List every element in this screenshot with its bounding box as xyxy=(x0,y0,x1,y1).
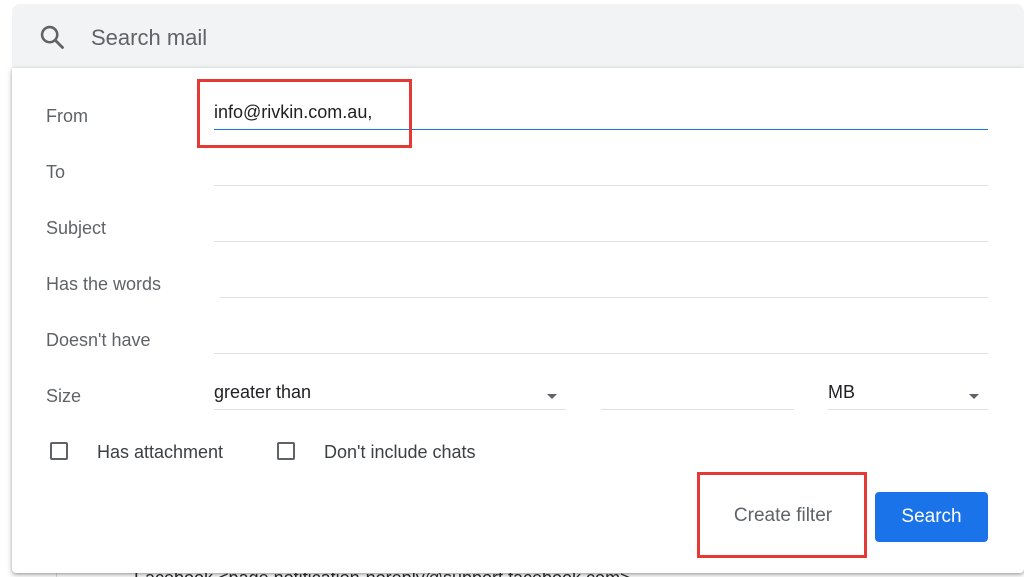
size-comparator-select[interactable]: greater than xyxy=(214,378,566,410)
subject-field[interactable] xyxy=(214,210,988,242)
to-label: To xyxy=(46,162,66,182)
doesnt-have-label: Doesn't have xyxy=(46,330,151,350)
to-field[interactable] xyxy=(214,154,988,186)
has-words-label: Has the words xyxy=(46,274,162,294)
subject-label: Subject xyxy=(46,218,107,238)
search-icon[interactable] xyxy=(38,23,66,51)
size-unit-value: MB xyxy=(828,382,855,402)
size-comparator-value: greater than xyxy=(214,382,312,402)
chevron-down-icon[interactable] xyxy=(969,394,979,399)
create-filter-button[interactable]: Create filter xyxy=(712,490,854,542)
search-options-panel xyxy=(12,68,1024,573)
dont-include-chats-label: Don't include chats xyxy=(324,442,476,462)
search-bar[interactable]: Search mail xyxy=(12,4,1024,68)
has-attachment-checkbox[interactable] xyxy=(50,442,68,460)
size-unit-select[interactable]: MB xyxy=(828,378,988,410)
from-label: From xyxy=(46,106,88,126)
size-amount-field[interactable] xyxy=(601,378,794,410)
search-input[interactable]: Search mail xyxy=(91,25,207,51)
search-button[interactable]: Search xyxy=(875,492,988,542)
chevron-down-icon[interactable] xyxy=(547,394,557,399)
dont-include-chats-checkbox[interactable] xyxy=(277,442,295,460)
doesnt-have-field[interactable] xyxy=(214,322,988,354)
has-attachment-label: Has attachment xyxy=(97,442,224,462)
size-label: Size xyxy=(46,386,82,406)
has-words-field[interactable] xyxy=(220,266,988,298)
from-field[interactable]: info@rivkin.com.au, xyxy=(214,98,988,130)
